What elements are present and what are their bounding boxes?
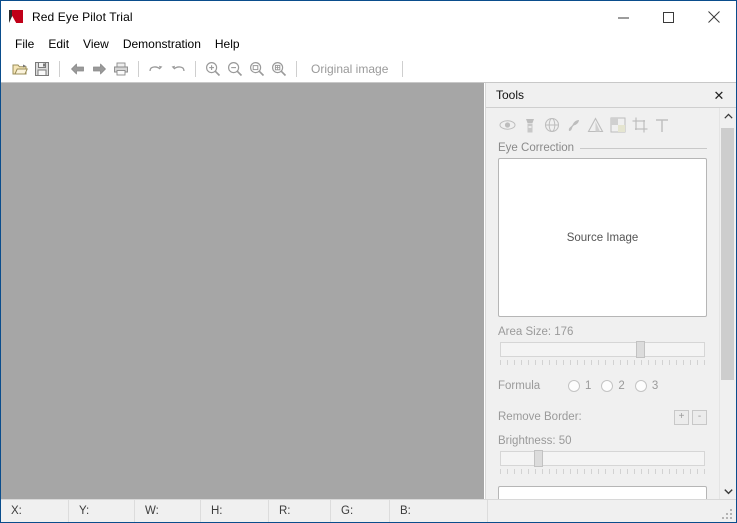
status-field-h: H: (201, 500, 269, 522)
cone-icon[interactable] (586, 116, 605, 135)
formula-option-label: 2 (618, 380, 625, 392)
status-field-y: Y: (69, 500, 135, 522)
remove-border-row: Remove Border: + - (498, 408, 707, 426)
text-icon[interactable] (652, 116, 671, 135)
toolbar-separator (195, 61, 196, 77)
remove-border-decrease-button[interactable]: - (692, 409, 707, 425)
status-field-x: X: (1, 500, 69, 522)
radio-icon (601, 380, 614, 392)
window-controls (601, 1, 736, 33)
scrollbar-trough[interactable] (720, 124, 736, 483)
area-size-slider-ticks (500, 360, 705, 366)
toolbar-separator (296, 61, 297, 77)
forward-arrow-icon[interactable] (88, 58, 110, 80)
resize-grip-icon[interactable] (722, 509, 733, 520)
formula-option-2[interactable]: 2 (601, 380, 625, 392)
remove-border-increase-button[interactable]: + (674, 409, 689, 425)
image-canvas[interactable] (1, 83, 485, 499)
menu-item-file[interactable]: File (8, 34, 41, 54)
status-field-message (488, 500, 736, 522)
menu-bar: File Edit View Demonstration Help (1, 33, 736, 56)
tools-panel-body: Eye Correction Source Image Area Size: 1… (486, 108, 736, 499)
brightness-slider[interactable] (498, 450, 707, 476)
flashlight-icon[interactable] (520, 116, 539, 135)
menu-item-help[interactable]: Help (208, 34, 247, 54)
area-size-slider-track (500, 342, 705, 357)
brightness-slider-ticks (500, 469, 705, 475)
redo-icon[interactable] (167, 58, 189, 80)
status-field-g: G: (331, 500, 390, 522)
area-size-label: Area Size: 176 (498, 326, 574, 338)
app-logo-icon (9, 9, 25, 25)
open-icon[interactable] (9, 58, 31, 80)
source-image-label: Source Image (566, 231, 639, 244)
formula-option-3[interactable]: 3 (634, 380, 659, 392)
globe-icon[interactable] (542, 116, 561, 135)
tools-panel: Tools ✕ Eye Correction Source Image Area… (485, 83, 736, 499)
tool-icon-strip (498, 108, 707, 138)
menu-item-demonstration[interactable]: Demonstration (116, 34, 208, 54)
zoom-fit-icon[interactable] (246, 58, 268, 80)
brightness-slider-track (500, 451, 705, 466)
tools-panel-content: Eye Correction Source Image Area Size: 1… (486, 108, 719, 499)
toolbar-separator (402, 61, 404, 77)
maximize-icon[interactable] (646, 1, 691, 33)
formula-radio-group: 1 2 3 (568, 380, 658, 392)
zoom-actual-icon[interactable] (268, 58, 290, 80)
crop-icon[interactable] (630, 116, 649, 135)
radio-icon (634, 380, 647, 392)
title-bar: Red Eye Pilot Trial (1, 1, 736, 33)
tools-panel-scrollbar[interactable] (719, 108, 736, 499)
zoom-out-icon[interactable] (224, 58, 246, 80)
area-size-slider[interactable] (498, 341, 707, 367)
brush-icon[interactable] (564, 116, 583, 135)
window-title: Red Eye Pilot Trial (32, 10, 133, 24)
secondary-preview-box[interactable] (498, 486, 707, 499)
toolbar-separator (59, 61, 60, 77)
status-field-r: R: (269, 500, 331, 522)
minimize-icon[interactable] (601, 1, 646, 33)
status-field-b: B: (390, 500, 488, 522)
toolbar: Original image (1, 56, 736, 83)
scroll-down-icon[interactable] (720, 483, 736, 499)
formula-option-label: 3 (651, 380, 659, 392)
status-field-w: W: (135, 500, 201, 522)
menu-item-edit[interactable]: Edit (41, 34, 76, 54)
eye-icon[interactable] (498, 116, 517, 135)
save-icon[interactable] (31, 58, 53, 80)
application-window: Red Eye Pilot Trial File Edit View Demon… (0, 0, 737, 523)
close-icon[interactable]: ✕ (710, 83, 728, 107)
toolbar-separator (138, 61, 139, 77)
tools-panel-header: Tools ✕ (486, 83, 736, 108)
back-arrow-icon[interactable] (66, 58, 88, 80)
original-image-label[interactable]: Original image (303, 62, 396, 76)
formula-row: Formula 1 2 3 (498, 377, 707, 395)
formula-option-1[interactable]: 1 (568, 380, 591, 392)
tools-panel-title: Tools (496, 88, 525, 102)
undo-icon[interactable] (145, 58, 167, 80)
status-bar: X: Y: W: H: R: G: B: (1, 499, 736, 522)
formula-option-label: 1 (585, 380, 592, 392)
section-title: Eye Correction (498, 142, 575, 154)
menu-item-view[interactable]: View (76, 34, 116, 54)
brightness-slider-thumb[interactable] (533, 450, 543, 467)
brightness-label: Brightness: 50 (498, 435, 572, 447)
workspace: Tools ✕ Eye Correction Source Image Area… (1, 83, 736, 499)
remove-border-label: Remove Border: (498, 411, 582, 423)
scrollbar-thumb[interactable] (721, 128, 734, 380)
radio-icon (568, 380, 580, 392)
area-size-slider-thumb[interactable] (635, 341, 645, 358)
section-header-eye-correction: Eye Correction (498, 142, 707, 154)
print-icon[interactable] (110, 58, 132, 80)
scroll-up-icon[interactable] (720, 108, 736, 124)
gradient-icon[interactable] (608, 116, 627, 135)
source-image-preview[interactable]: Source Image (498, 158, 707, 317)
zoom-in-icon[interactable] (202, 58, 224, 80)
close-icon[interactable] (691, 1, 736, 33)
formula-label: Formula (498, 380, 541, 392)
section-divider (580, 147, 707, 149)
